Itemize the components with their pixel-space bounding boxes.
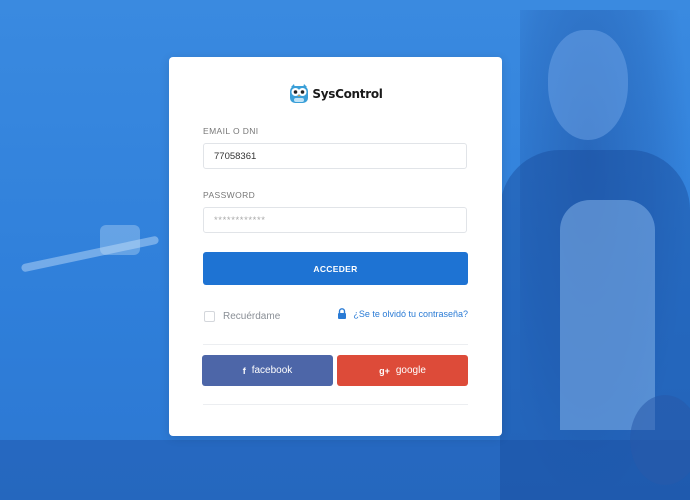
brand-name: SysControl <box>312 87 383 101</box>
divider-bottom <box>203 404 468 405</box>
brand-logo: SysControl <box>169 81 502 107</box>
remember-checkbox[interactable] <box>204 311 215 322</box>
email-field[interactable]: 77058361 <box>203 143 467 169</box>
password-field[interactable]: ************ <box>203 207 467 233</box>
owl-icon <box>290 84 309 103</box>
background-person-shirt <box>560 200 655 430</box>
password-label: PASSWORD <box>203 190 256 200</box>
lock-icon <box>338 308 347 319</box>
forgot-password-link[interactable]: ¿Se te olvidó tu contraseña? <box>337 308 468 319</box>
background-microphone <box>100 225 140 255</box>
facebook-label: facebook <box>251 365 293 376</box>
google-plus-icon: g+ <box>379 365 390 376</box>
background-person-face <box>548 30 628 140</box>
google-button[interactable]: g+ google <box>337 355 468 386</box>
google-label: google <box>395 365 426 376</box>
divider-top <box>203 344 468 345</box>
login-card: SysControl EMAIL O DNI 77058361 PASSWORD… <box>169 57 502 436</box>
facebook-button[interactable]: f facebook <box>202 355 333 386</box>
submit-button[interactable]: ACCEDER <box>203 252 468 285</box>
remember-label: Recuérdame <box>223 311 281 322</box>
forgot-password-label: ¿Se te olvidó tu contraseña? <box>353 308 468 319</box>
remember-me[interactable]: Recuérdame <box>204 311 280 322</box>
email-label: EMAIL O DNI <box>203 126 259 136</box>
facebook-icon: f <box>242 365 246 376</box>
